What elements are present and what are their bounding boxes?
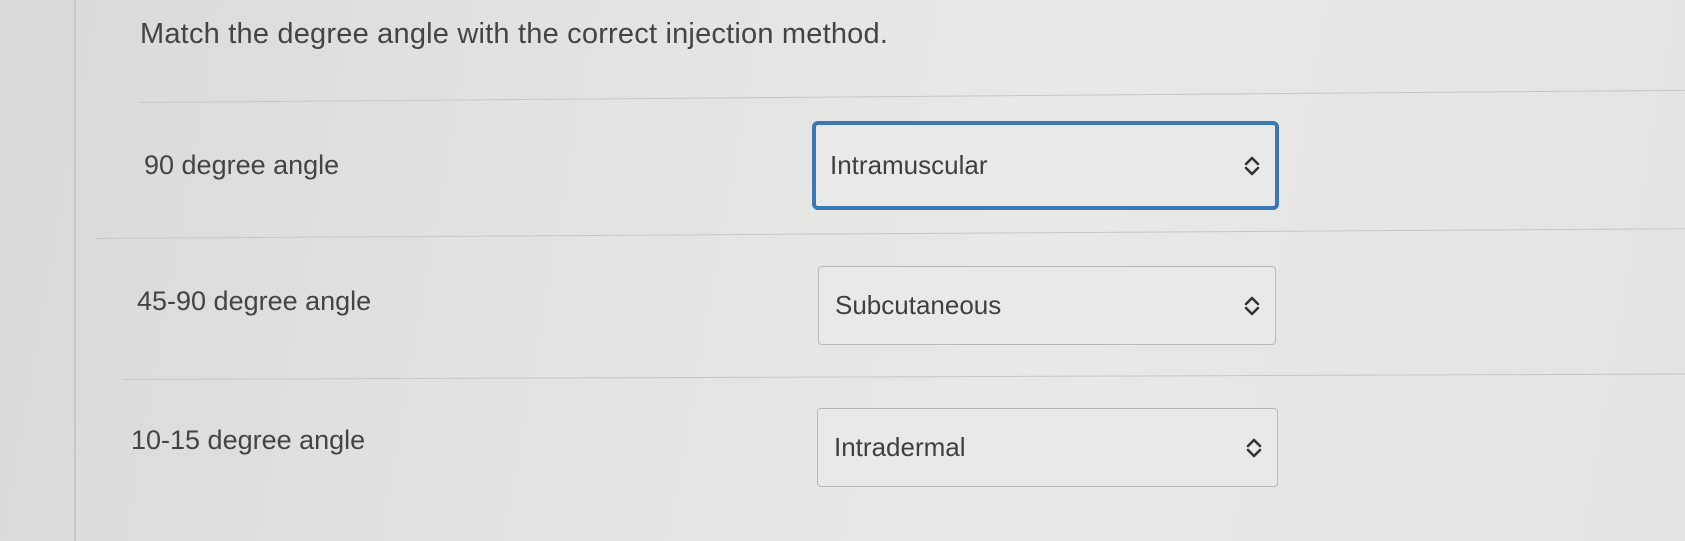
select-value-2: Subcutaneous — [835, 290, 1002, 320]
row-label-2: 45-90 degree angle — [137, 286, 372, 316]
chevron-up-down-icon — [1244, 156, 1260, 175]
divider — [95, 228, 1685, 239]
left-border — [74, 0, 76, 541]
divider — [139, 89, 1685, 103]
row-label-3: 10-15 degree angle — [131, 425, 366, 455]
chevron-up-down-icon — [1246, 438, 1262, 457]
injection-method-select-3[interactable]: Intradermal — [817, 408, 1278, 487]
row-label-1: 90 degree angle — [144, 150, 340, 180]
injection-method-select-2[interactable]: Subcutaneous — [818, 266, 1276, 345]
divider — [123, 373, 1685, 380]
select-value-3: Intradermal — [834, 432, 966, 462]
injection-method-select-1[interactable]: Intramuscular — [812, 121, 1279, 210]
chevron-up-down-icon — [1244, 296, 1260, 315]
question-text: Match the degree angle with the correct … — [140, 18, 889, 50]
select-value-1: Intramuscular — [830, 150, 988, 180]
